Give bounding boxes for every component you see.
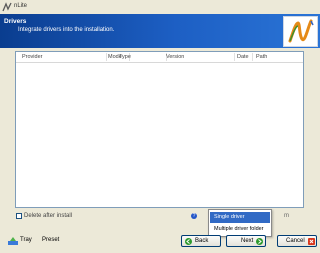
next-arrow-icon <box>256 238 263 245</box>
page-subtitle: Integrate drivers into the installation. <box>18 27 115 33</box>
column-type[interactable]: Type <box>119 54 131 60</box>
next-label: Next <box>241 238 254 244</box>
page-header: Drivers Integrate drivers into the insta… <box>0 14 320 48</box>
nlite-logo <box>283 16 318 47</box>
cancel-button[interactable]: Cancel <box>277 235 317 247</box>
window-title: nLite <box>14 3 28 9</box>
app-logo-icon <box>2 2 12 12</box>
page-title: Drivers <box>4 18 27 25</box>
cancel-icon <box>308 238 315 245</box>
drivers-list[interactable]: Provider Mode Type Version Date Path <box>15 51 304 208</box>
cancel-label: Cancel <box>286 238 305 244</box>
delete-after-install-label: Delete after install <box>24 213 73 219</box>
menu-item-multiple-driver-folder[interactable]: Multiple driver folder <box>210 224 270 235</box>
next-button[interactable]: Next <box>226 235 266 247</box>
tray-icon <box>8 237 18 245</box>
menu-item-single-driver[interactable]: Single driver <box>210 212 270 223</box>
column-provider[interactable]: Provider <box>22 54 42 60</box>
list-header: Provider Mode Type Version Date Path <box>16 52 303 63</box>
column-date[interactable]: Date <box>237 54 249 60</box>
menu-item-label: Multiple driver folder <box>214 226 264 232</box>
delete-after-install-option[interactable]: Delete after install <box>16 212 136 220</box>
tray-label: Tray <box>20 237 32 243</box>
column-separator <box>106 53 107 61</box>
delete-after-install-checkbox[interactable] <box>16 213 22 219</box>
column-separator <box>252 53 253 61</box>
partial-label: m <box>284 213 289 219</box>
back-label: Back <box>195 238 209 244</box>
column-separator <box>234 53 235 61</box>
insert-popup-menu: Single driver Multiple driver folder <box>208 209 272 237</box>
preset-button[interactable]: Preset <box>42 237 59 243</box>
column-path[interactable]: Path <box>256 54 267 60</box>
back-arrow-icon <box>185 238 192 245</box>
title-bar: nLite <box>0 0 320 14</box>
column-version[interactable]: Version <box>166 54 184 60</box>
help-icon[interactable]: ? <box>191 213 197 219</box>
menu-item-label: Single driver <box>214 214 245 220</box>
back-button[interactable]: Back <box>181 235 221 247</box>
